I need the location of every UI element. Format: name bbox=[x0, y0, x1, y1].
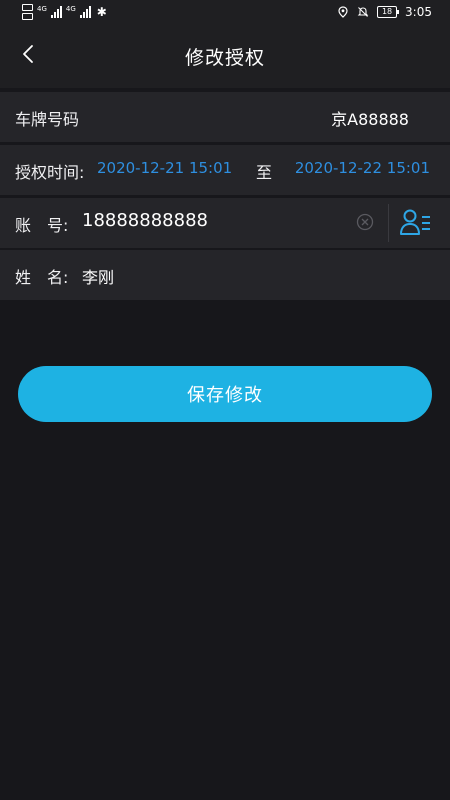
auth-time-label: 授权时间: bbox=[15, 163, 85, 182]
name-row: 姓 名: 李刚 bbox=[0, 250, 450, 300]
plate-row: 车牌号码 京A88888 bbox=[0, 92, 450, 142]
auth-time-row: 授权时间: 2020-12-21 15:01 至 2020-12-22 15:0… bbox=[0, 145, 450, 195]
clear-icon[interactable] bbox=[356, 213, 374, 231]
battery-icon: 18 bbox=[377, 6, 400, 18]
signal-icon bbox=[79, 6, 91, 18]
signal-icon bbox=[50, 6, 62, 18]
header: 修改授权 bbox=[0, 26, 450, 88]
account-row: 账 号: 18888888888 bbox=[0, 198, 450, 248]
bell-off-icon bbox=[357, 7, 369, 17]
sim-icons bbox=[22, 4, 33, 20]
bluetooth-icon: ✱ bbox=[96, 5, 107, 19]
status-right: 18 3:05 bbox=[337, 5, 432, 19]
plate-label: 车牌号码 bbox=[15, 110, 80, 129]
name-value: 李刚 bbox=[82, 268, 115, 287]
sim1-network-type: 4G bbox=[37, 4, 47, 13]
contact-list-icon[interactable] bbox=[398, 207, 432, 237]
status-time: 3:05 bbox=[405, 5, 432, 19]
account-input[interactable]: 18888888888 bbox=[82, 210, 208, 231]
status-left: 4G 4G ✱ bbox=[22, 4, 107, 20]
divider bbox=[388, 204, 389, 242]
account-label: 账 号: bbox=[15, 216, 69, 235]
sim2-network-type: 4G bbox=[65, 4, 76, 13]
name-label: 姓 名: bbox=[15, 268, 69, 287]
status-bar: 4G 4G ✱ 18 3:05 bbox=[0, 0, 450, 26]
page-title: 修改授权 bbox=[184, 47, 265, 69]
time-separator: 至 bbox=[256, 163, 273, 182]
end-time-picker[interactable]: 2020-12-22 15:01 bbox=[295, 159, 430, 177]
location-icon bbox=[338, 6, 348, 18]
save-button[interactable]: 保存修改 bbox=[18, 366, 432, 422]
plate-value: 京A88888 bbox=[331, 110, 409, 129]
start-time-picker[interactable]: 2020-12-21 15:01 bbox=[97, 159, 232, 177]
